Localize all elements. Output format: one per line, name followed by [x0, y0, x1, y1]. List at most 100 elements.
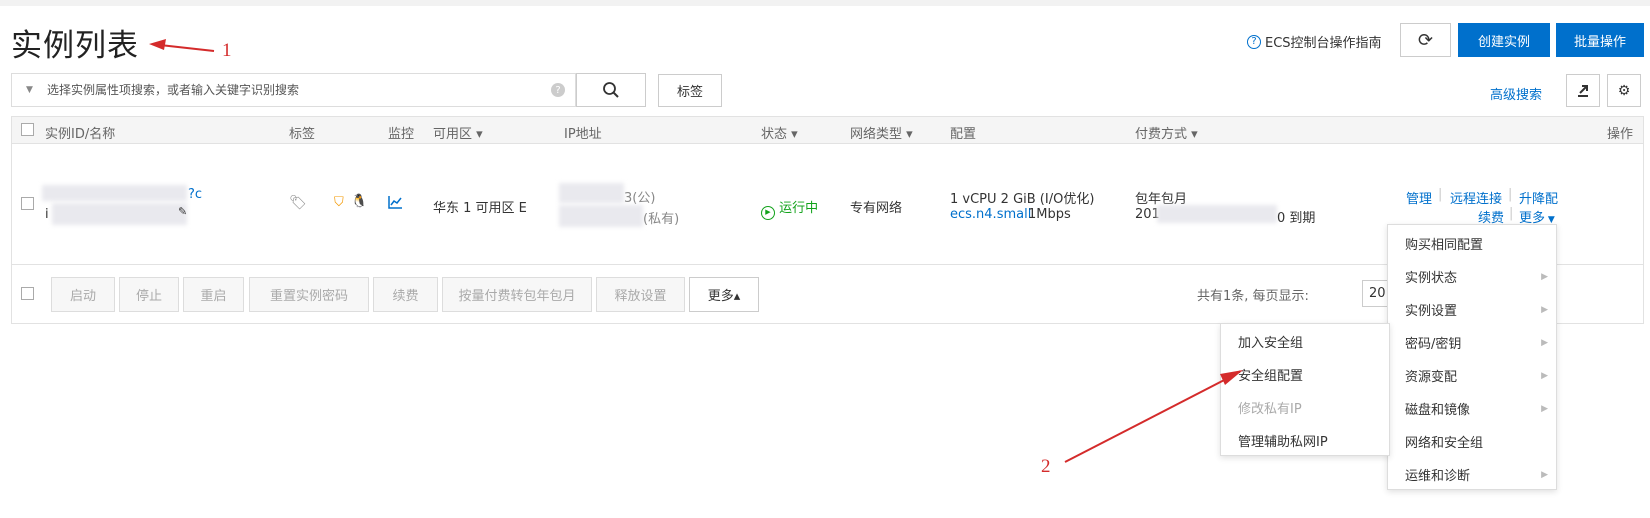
gear-icon: ⚙	[1617, 82, 1631, 99]
top-divider	[0, 0, 1650, 6]
redacted-public-ip	[559, 183, 624, 203]
search-input[interactable]	[47, 83, 551, 97]
tag-filter-button[interactable]: 标签	[658, 74, 722, 107]
restart-button[interactable]: 重启	[183, 277, 244, 312]
column-header: 标签	[289, 127, 316, 142]
chevron-right-icon: ▶	[1541, 271, 1548, 282]
edit-name-icon[interactable]: ✎	[178, 205, 187, 218]
export-icon	[1578, 84, 1588, 97]
column-header[interactable]: 付费方式 ▾	[1135, 123, 1198, 142]
export-button[interactable]	[1566, 74, 1600, 107]
chevron-right-icon: ▶	[1541, 403, 1548, 414]
row-checkbox[interactable]	[21, 197, 34, 210]
menu-item-label: 实例设置	[1405, 304, 1458, 319]
private-ip-suffix: (私有)	[643, 212, 680, 227]
menu-item-network-security[interactable]: 网络和安全组	[1388, 425, 1556, 458]
redacted-instance-id	[42, 185, 187, 201]
public-ip-suffix: 3(公)	[624, 191, 656, 206]
upgrade-link[interactable]: 升降配	[1519, 188, 1558, 207]
annotation-arrow-1	[149, 39, 215, 52]
more-actions-menu: 购买相同配置 实例状态 ▶ 实例设置 ▶ 密码/密钥 ▶ 资源变配 ▶ 磁盘和镜像 ▶ 网…	[1387, 224, 1557, 490]
submenu-item-manage-secondary-ip[interactable]: 管理辅助私网IP	[1221, 424, 1389, 457]
table-header: 实例ID/名称 标签 监控 可用区 ▾ IP地址 状态 ▾ 网络类型 ▾ 配置 …	[12, 117, 1643, 144]
column-header[interactable]: 可用区 ▾	[433, 123, 483, 142]
convert-billing-button[interactable]: 按量付费转包年包月	[442, 277, 592, 312]
menu-item-label: 磁盘和镜像	[1405, 403, 1471, 418]
chevron-right-icon: ▶	[1541, 469, 1548, 480]
instance-type-link[interactable]: ecs.n4.small	[950, 207, 1031, 222]
refresh-button[interactable]: ⟳	[1400, 23, 1451, 57]
running-icon: ▶	[761, 206, 775, 220]
search-bar: ▼ ?	[11, 73, 576, 107]
page-size-value: 20	[1369, 286, 1386, 301]
menu-item-disk-image[interactable]: 磁盘和镜像 ▶	[1388, 392, 1556, 425]
chevron-right-icon: ▶	[1541, 370, 1548, 381]
stop-button[interactable]: 停止	[119, 277, 179, 312]
help-icon: ?	[1247, 34, 1261, 49]
annotation-number-2: 2	[1041, 456, 1051, 477]
menu-item-label: 资源变配	[1405, 370, 1458, 385]
renew-button[interactable]: 续费	[373, 277, 438, 312]
chevron-right-icon: ▶	[1541, 304, 1548, 315]
console-guide-label: ECS控制台操作指南	[1265, 36, 1382, 51]
bandwidth-value: 1Mbps	[1028, 207, 1071, 222]
action-divider: |	[1509, 206, 1514, 221]
instance-name: i	[45, 207, 49, 222]
action-divider: |	[1438, 187, 1443, 202]
menu-item-instance-settings[interactable]: 实例设置 ▶	[1388, 293, 1556, 326]
manage-link[interactable]: 管理	[1406, 188, 1432, 207]
submenu-item-security-group-config[interactable]: 安全组配置	[1221, 358, 1389, 391]
column-header: IP地址	[564, 127, 602, 142]
column-header: 操作	[1607, 127, 1634, 142]
reset-password-button[interactable]: 重置实例密码	[249, 277, 369, 312]
menu-item-label: 购买相同配置	[1405, 238, 1484, 253]
annotation-number-1: 1	[222, 40, 232, 61]
menu-item-buy-same[interactable]: 购买相同配置	[1388, 227, 1556, 260]
column-header[interactable]: 网络类型 ▾	[850, 123, 913, 142]
instance-id-link[interactable]: ?c	[188, 187, 202, 202]
monitor-chart-icon[interactable]	[388, 196, 402, 209]
menu-item-password-key[interactable]: 密码/密钥 ▶	[1388, 326, 1556, 359]
status-badge: ▶ 运行中	[761, 197, 818, 220]
status-label: 运行中	[779, 201, 819, 216]
release-settings-button[interactable]: 释放设置	[596, 277, 685, 312]
refresh-icon: ⟳	[1417, 29, 1434, 51]
menu-item-label: 网络和安全组	[1405, 436, 1484, 451]
action-divider: |	[1508, 187, 1513, 202]
submenu-item-join-security-group[interactable]: 加入安全组	[1221, 325, 1389, 358]
menu-item-instance-status[interactable]: 实例状态 ▶	[1388, 260, 1556, 293]
search-icon	[603, 82, 619, 98]
menu-item-label: 密码/密钥	[1405, 337, 1462, 352]
create-instance-button[interactable]: 创建实例	[1458, 23, 1550, 57]
column-header: 实例ID/名称	[45, 127, 116, 142]
console-guide-link[interactable]: ? ECS控制台操作指南	[1247, 32, 1382, 51]
page-title: 实例列表	[11, 28, 139, 64]
column-header: 配置	[950, 127, 977, 142]
expire-suffix: 0 到期	[1277, 211, 1316, 226]
column-header[interactable]: 状态 ▾	[761, 123, 798, 142]
select-all-checkbox[interactable]	[21, 123, 34, 136]
search-help-icon[interactable]: ?	[551, 83, 565, 97]
attribute-dropdown-icon[interactable]: ▼	[12, 85, 47, 95]
footer-more-button[interactable]: 更多▴	[689, 277, 759, 312]
linux-icon: 🐧	[351, 194, 368, 209]
zone-value: 华东 1 可用区 E	[433, 201, 527, 216]
column-header: 监控	[388, 127, 415, 142]
redacted-instance-name	[52, 203, 187, 225]
total-count-text: 共有1条, 每页显示:	[1197, 289, 1309, 304]
footer-select-all-checkbox[interactable]	[21, 287, 34, 300]
menu-item-resource-change[interactable]: 资源变配 ▶	[1388, 359, 1556, 392]
settings-button[interactable]: ⚙	[1607, 74, 1641, 107]
menu-item-ops-diagnosis[interactable]: 运维和诊断 ▶	[1388, 458, 1556, 491]
tag-icon[interactable]: 🏷	[289, 195, 307, 211]
security-shield-icon: ⛉	[334, 195, 344, 210]
annotation-arrow-2	[1064, 370, 1243, 463]
menu-item-label: 运维和诊断	[1405, 469, 1471, 484]
remote-connect-link[interactable]: 远程连接	[1450, 188, 1502, 207]
network-submenu: 加入安全组 安全组配置 修改私有IP 管理辅助私网IP	[1220, 323, 1390, 456]
redacted-private-ip	[559, 205, 643, 227]
batch-operation-button[interactable]: 批量操作	[1556, 23, 1644, 57]
search-button[interactable]	[576, 73, 646, 107]
advanced-search-link[interactable]: 高级搜索	[1490, 84, 1542, 103]
start-button[interactable]: 启动	[51, 277, 115, 312]
